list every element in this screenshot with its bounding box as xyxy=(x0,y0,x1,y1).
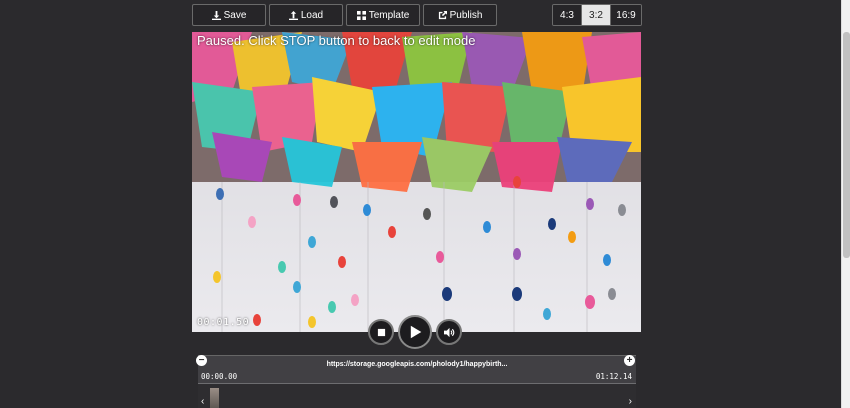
timeline-clip-thumbnail[interactable] xyxy=(210,388,219,408)
share-icon xyxy=(438,10,447,19)
timeline-start-time: 00:00.00 xyxy=(201,372,238,381)
template-button[interactable]: Template xyxy=(346,4,420,26)
volume-button[interactable] xyxy=(436,319,462,345)
upload-icon xyxy=(288,10,298,20)
page-scrollbar[interactable] xyxy=(841,0,850,408)
ratio-3-2-button[interactable]: 3:2 xyxy=(582,5,611,25)
play-icon xyxy=(410,325,422,339)
download-icon xyxy=(211,10,221,20)
current-timecode: 00:01.50 xyxy=(197,317,250,328)
save-button[interactable]: Save xyxy=(192,4,266,26)
scrollbar-thumb[interactable] xyxy=(843,32,850,258)
stop-button[interactable] xyxy=(368,319,394,345)
timeline-track[interactable] xyxy=(198,384,636,408)
video-stage[interactable]: Paused. Click STOP button to back to edi… xyxy=(192,32,641,332)
stop-icon xyxy=(377,328,385,336)
grid-icon xyxy=(356,10,366,20)
template-button-label: Template xyxy=(368,9,410,21)
aspect-ratio-group: 4:3 3:2 16:9 xyxy=(552,4,642,26)
volume-icon xyxy=(443,327,454,337)
toolbar: Save Load Template Publish xyxy=(192,4,497,26)
timeline-media-url: https://storage.googleapis.com/pholody1/… xyxy=(326,361,508,368)
ratio-16-9-button[interactable]: 16:9 xyxy=(611,5,641,25)
preview-image xyxy=(192,32,641,332)
chevron-left-icon[interactable]: ‹ xyxy=(201,396,204,407)
load-button-label: Load xyxy=(300,9,324,21)
publish-button-label: Publish xyxy=(449,9,483,21)
timeline-end-time: 01:12.14 xyxy=(595,372,632,381)
play-button[interactable] xyxy=(398,315,432,349)
load-button[interactable]: Load xyxy=(269,4,343,26)
timeline-panel: − + https://storage.googleapis.com/pholo… xyxy=(196,355,636,408)
publish-button[interactable]: Publish xyxy=(423,4,497,26)
chevron-right-icon[interactable]: › xyxy=(629,396,632,407)
playback-controls xyxy=(368,315,462,349)
save-button-label: Save xyxy=(223,9,247,21)
ratio-4-3-button[interactable]: 4:3 xyxy=(553,5,582,25)
paused-message: Paused. Click STOP button to back to edi… xyxy=(197,33,476,48)
